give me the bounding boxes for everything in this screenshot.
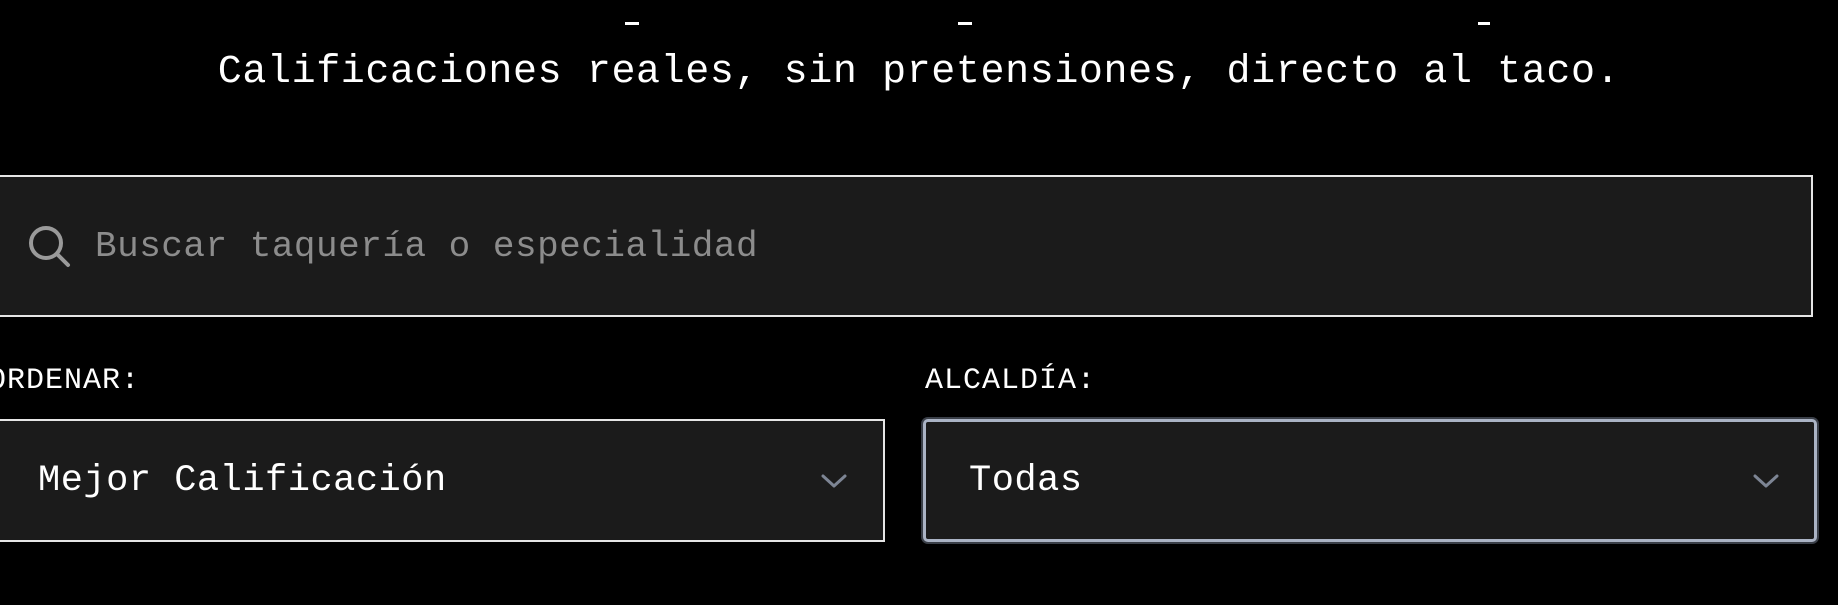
sort-select[interactable]: Mejor Calificación	[0, 419, 885, 542]
clipped-title-fragment	[0, 14, 1838, 26]
search-icon	[29, 226, 70, 267]
district-select[interactable]: Todas	[923, 419, 1817, 542]
district-selected-value: Todas	[969, 459, 1083, 502]
chevron-down-icon	[821, 474, 847, 487]
chevron-down-icon	[1753, 474, 1779, 487]
search-input[interactable]	[95, 177, 1775, 315]
sort-label: ORDENAR:	[0, 364, 141, 398]
search-bar[interactable]	[0, 175, 1813, 317]
sort-selected-value: Mejor Calificación	[38, 459, 447, 502]
district-label: ALCALDÍA:	[925, 364, 1097, 398]
page-subtitle: Calificaciones reales, sin pretensiones,…	[217, 50, 1621, 95]
